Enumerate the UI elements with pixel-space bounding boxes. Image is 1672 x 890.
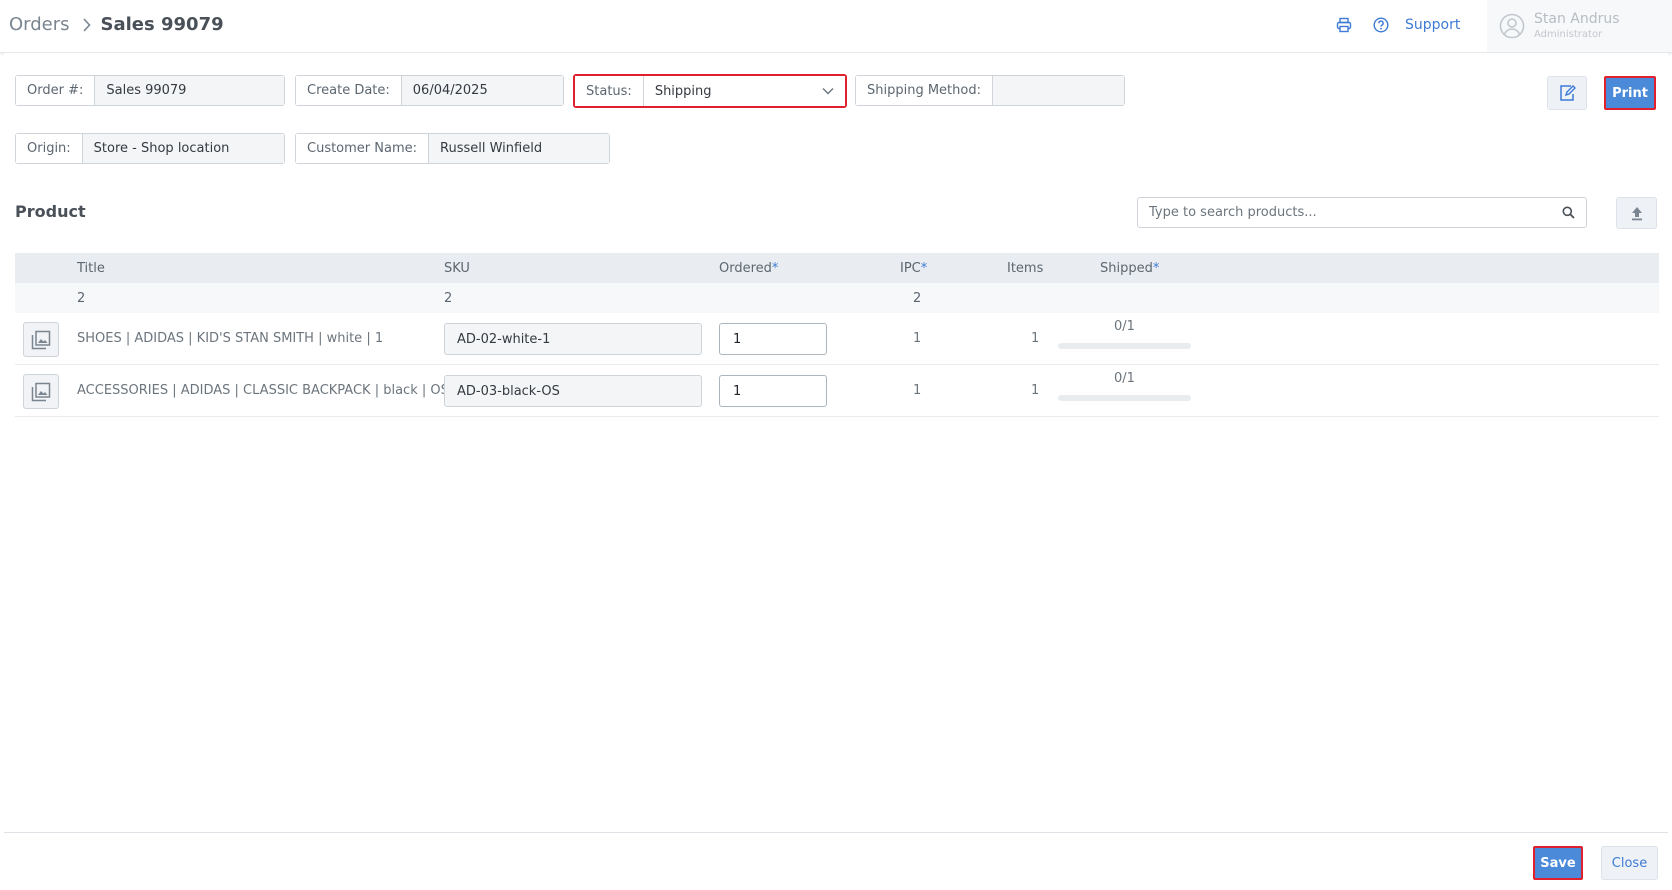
items-value: 1 xyxy=(1031,383,1040,398)
status-select[interactable]: Status: Shipping xyxy=(573,74,847,108)
shipped-count: 0/1 xyxy=(1114,371,1135,386)
status-label: Status: xyxy=(575,76,644,106)
sku-input[interactable]: AD-02-white-1 xyxy=(444,323,702,355)
order-panel xyxy=(4,53,1668,890)
user-menu[interactable]: Stan Andrus Administrator xyxy=(1487,0,1672,52)
order-number-label: Order #: xyxy=(16,76,96,105)
product-search-placeholder: Type to search products... xyxy=(1149,205,1317,220)
product-image-placeholder[interactable] xyxy=(23,374,59,409)
close-button[interactable]: Close xyxy=(1601,846,1658,880)
breadcrumb-orders-link[interactable]: Orders xyxy=(9,14,70,35)
help-circle-icon[interactable] xyxy=(1373,17,1389,33)
upload-button[interactable] xyxy=(1616,197,1657,229)
col-shipped[interactable]: Shipped * xyxy=(1100,253,1159,283)
order-number-field: Order #: Sales 99079 xyxy=(15,75,285,106)
summary-sku-count: 2 xyxy=(444,290,453,306)
create-date-label: Create Date: xyxy=(296,76,402,105)
col-sku[interactable]: SKU xyxy=(444,253,470,283)
customer-name-label: Customer Name: xyxy=(296,134,430,163)
sku-input[interactable]: AD-03-black-OS xyxy=(444,375,702,407)
footer-bar xyxy=(4,832,1668,890)
shipped-progress: 0/1 xyxy=(1058,319,1191,349)
items-value: 1 xyxy=(1031,331,1040,346)
status-value: Shipping xyxy=(654,83,712,99)
edit-document-icon xyxy=(1558,84,1576,102)
support-link[interactable]: Support xyxy=(1405,17,1460,33)
ordered-quantity-input[interactable]: 1 xyxy=(719,375,827,407)
chevron-right-icon xyxy=(82,17,91,32)
shipped-progress: 0/1 xyxy=(1058,371,1191,401)
print-button[interactable]: Print xyxy=(1604,76,1656,110)
breadcrumb-current: Sales 99079 xyxy=(100,14,224,35)
top-header: Orders Sales 99079 Support Stan Andrus A… xyxy=(0,0,1672,53)
ipc-value: 1 xyxy=(913,331,922,346)
order-number-value: Sales 99079 xyxy=(95,76,284,105)
origin-label: Origin: xyxy=(16,134,83,163)
upload-icon xyxy=(1630,206,1644,221)
shipping-method-label: Shipping Method: xyxy=(856,76,993,105)
table-row: SHOES | ADIDAS | KID'S STAN SMITH | whit… xyxy=(15,313,1659,365)
shipped-progress-bar xyxy=(1058,343,1191,349)
create-date-value: 06/04/2025 xyxy=(401,76,563,105)
shipped-count: 0/1 xyxy=(1114,319,1135,334)
image-gallery-icon xyxy=(31,382,51,402)
col-title[interactable]: Title xyxy=(77,253,105,283)
search-icon xyxy=(1562,206,1575,219)
product-title: ACCESSORIES | ADIDAS | CLASSIC BACKPACK … xyxy=(77,383,449,398)
ordered-quantity-input[interactable]: 1 xyxy=(719,323,827,355)
col-items[interactable]: Items xyxy=(1007,253,1043,283)
user-name: Stan Andrus xyxy=(1534,10,1620,27)
summary-ipc: 2 xyxy=(913,290,922,306)
summary-title-count: 2 xyxy=(77,290,86,306)
col-ipc[interactable]: IPC * xyxy=(900,253,927,283)
products-table-header: Title SKU Ordered * IPC * Items Shipped * xyxy=(15,253,1659,283)
table-row: ACCESSORIES | ADIDAS | CLASSIC BACKPACK … xyxy=(15,365,1659,417)
ipc-value: 1 xyxy=(913,383,922,398)
product-image-placeholder[interactable] xyxy=(23,322,59,357)
product-search-input[interactable]: Type to search products... xyxy=(1137,197,1587,228)
edit-button[interactable] xyxy=(1547,76,1587,110)
chevron-down-icon xyxy=(822,87,834,95)
breadcrumb: Orders Sales 99079 xyxy=(9,14,224,35)
user-avatar-icon xyxy=(1499,13,1525,39)
create-date-field: Create Date: 06/04/2025 xyxy=(295,75,564,106)
image-gallery-icon xyxy=(31,330,51,350)
product-title: SHOES | ADIDAS | KID'S STAN SMITH | whit… xyxy=(77,331,384,346)
shipping-method-field: Shipping Method: xyxy=(855,75,1125,106)
origin-value: Store - Shop location xyxy=(82,134,284,163)
printer-icon[interactable] xyxy=(1336,17,1352,33)
customer-name-field: Customer Name: Russell Winfield xyxy=(295,133,610,164)
customer-name-value: Russell Winfield xyxy=(429,134,609,163)
col-ordered[interactable]: Ordered * xyxy=(719,253,778,283)
origin-field: Origin: Store - Shop location xyxy=(15,133,285,164)
products-summary-row: 2 2 2 xyxy=(15,283,1659,313)
save-button[interactable]: Save xyxy=(1533,846,1583,880)
shipped-progress-bar xyxy=(1058,395,1191,401)
product-heading: Product xyxy=(15,202,86,221)
user-role: Administrator xyxy=(1534,28,1603,40)
shipping-method-value xyxy=(992,76,1124,105)
